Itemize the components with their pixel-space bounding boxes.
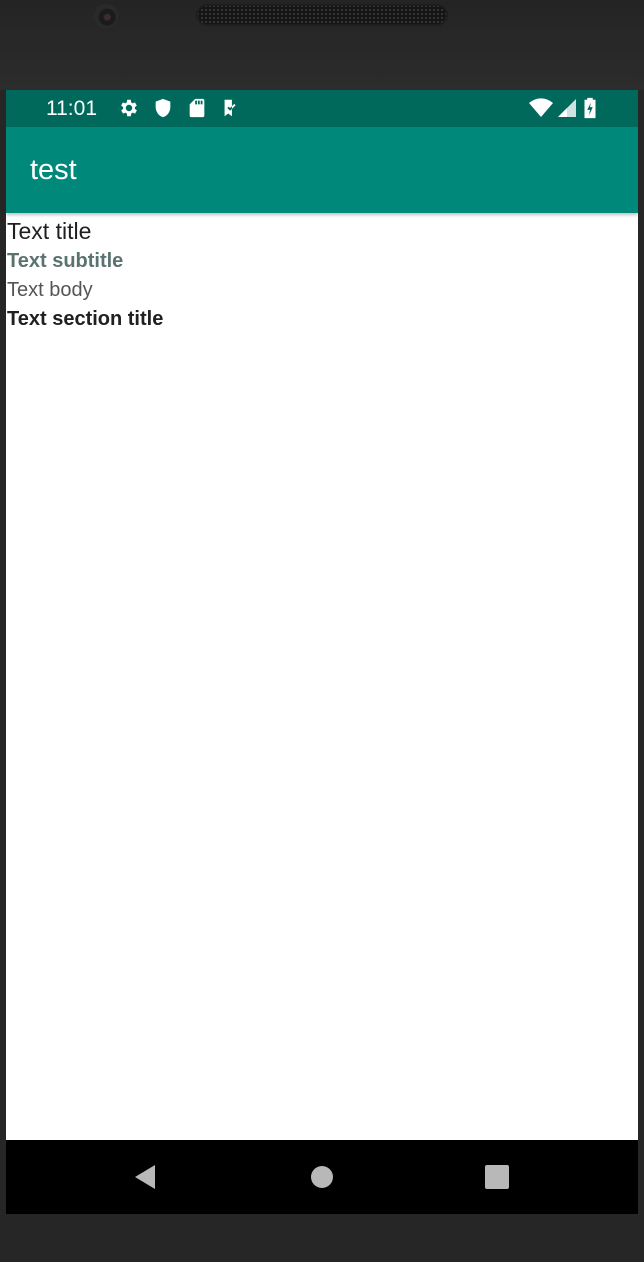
sd-card-icon [189, 98, 205, 118]
back-icon[interactable] [131, 1162, 161, 1192]
earpiece-speaker [196, 4, 448, 26]
navigation-bar [6, 1140, 638, 1214]
status-time: 11:01 [46, 97, 97, 120]
app-bar: test [6, 127, 638, 213]
device-top-bezel [0, 0, 644, 90]
front-camera [94, 4, 118, 28]
text-body: Text body [7, 279, 93, 301]
text-section-title: Text section title [7, 308, 164, 330]
text-subtitle: Text subtitle [7, 250, 124, 272]
gear-icon [121, 99, 137, 117]
status-bar: 11:01 [6, 90, 638, 127]
text-title: Text title [7, 218, 92, 244]
wifi-icon [529, 98, 553, 117]
battery-charging-icon [584, 97, 596, 119]
shield-icon [155, 98, 171, 118]
checklist-icon [224, 99, 236, 117]
app-bar-title: test [30, 154, 77, 186]
recents-icon[interactable] [482, 1162, 512, 1192]
device-screen: 11:01 test Text title Text subtitle Text… [6, 90, 638, 1214]
home-icon[interactable] [307, 1162, 337, 1192]
signal-icon [558, 99, 576, 117]
